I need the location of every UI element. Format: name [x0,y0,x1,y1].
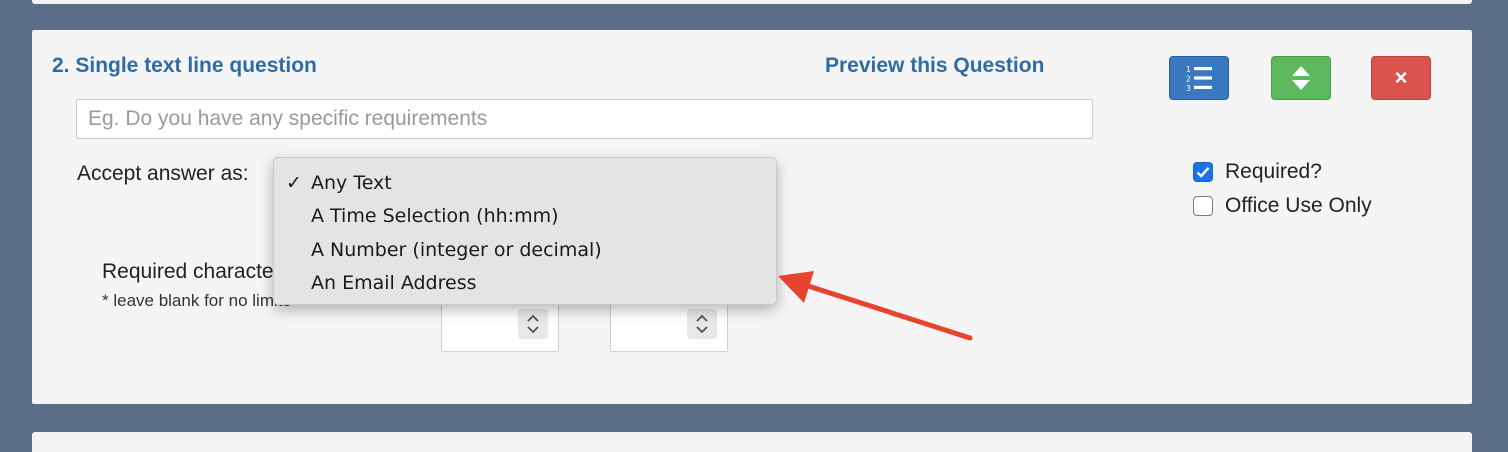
svg-text:2: 2 [1186,75,1191,84]
required-option[interactable]: Required? [1193,160,1322,184]
annotation-arrow-icon [778,271,973,341]
dropdown-option-number[interactable]: A Number (integer or decimal) [274,234,776,267]
accept-answer-label: Accept answer as: [77,162,249,185]
max-characters-input[interactable] [610,302,728,352]
dropdown-option-email[interactable]: An Email Address [274,267,776,300]
sort-arrows-icon [1292,66,1310,90]
delete-question-button[interactable]: × [1371,56,1431,100]
min-characters-input[interactable] [441,302,559,352]
question-title: 2. Single text line question [52,54,317,77]
office-use-label: Office Use Only [1225,194,1372,217]
dropdown-option-any-text[interactable]: ✓ Any Text [274,167,776,200]
required-label: Required? [1225,160,1322,183]
required-checkbox[interactable] [1193,162,1213,182]
chevron-up-down-icon [696,314,708,334]
preview-question-link[interactable]: Preview this Question [825,54,1044,78]
min-characters-stepper[interactable] [518,309,548,339]
close-icon: × [1394,65,1408,90]
required-characters-label: Required characters [102,260,292,283]
selected-check-icon: ✓ [286,172,302,194]
checkmark-icon [1196,167,1210,178]
dropdown-option-label: An Email Address [311,272,477,294]
reorder-question-button[interactable] [1271,56,1331,100]
dropdown-option-label: Any Text [311,172,392,194]
svg-text:3: 3 [1186,84,1191,92]
office-use-option[interactable]: Office Use Only [1193,194,1372,218]
accept-answer-dropdown-menu[interactable]: ✓ Any Text A Time Selection (hh:mm) A Nu… [273,157,777,305]
ordered-list-icon: 1 2 3 [1186,65,1212,92]
max-characters-stepper[interactable] [687,309,717,339]
dropdown-option-label: A Time Selection (hh:mm) [311,205,559,227]
chevron-up-down-icon [527,314,539,334]
dropdown-option-time[interactable]: A Time Selection (hh:mm) [274,200,776,233]
dropdown-option-label: A Number (integer or decimal) [311,239,602,261]
svg-text:1: 1 [1186,65,1191,74]
previous-question-panel-edge [32,0,1472,4]
office-use-checkbox[interactable] [1193,196,1213,216]
question-type-list-button[interactable]: 1 2 3 [1169,56,1229,100]
required-characters-note: * leave blank for no limits [102,291,291,310]
question-text-input[interactable] [76,99,1093,139]
next-question-panel-edge [32,432,1472,452]
